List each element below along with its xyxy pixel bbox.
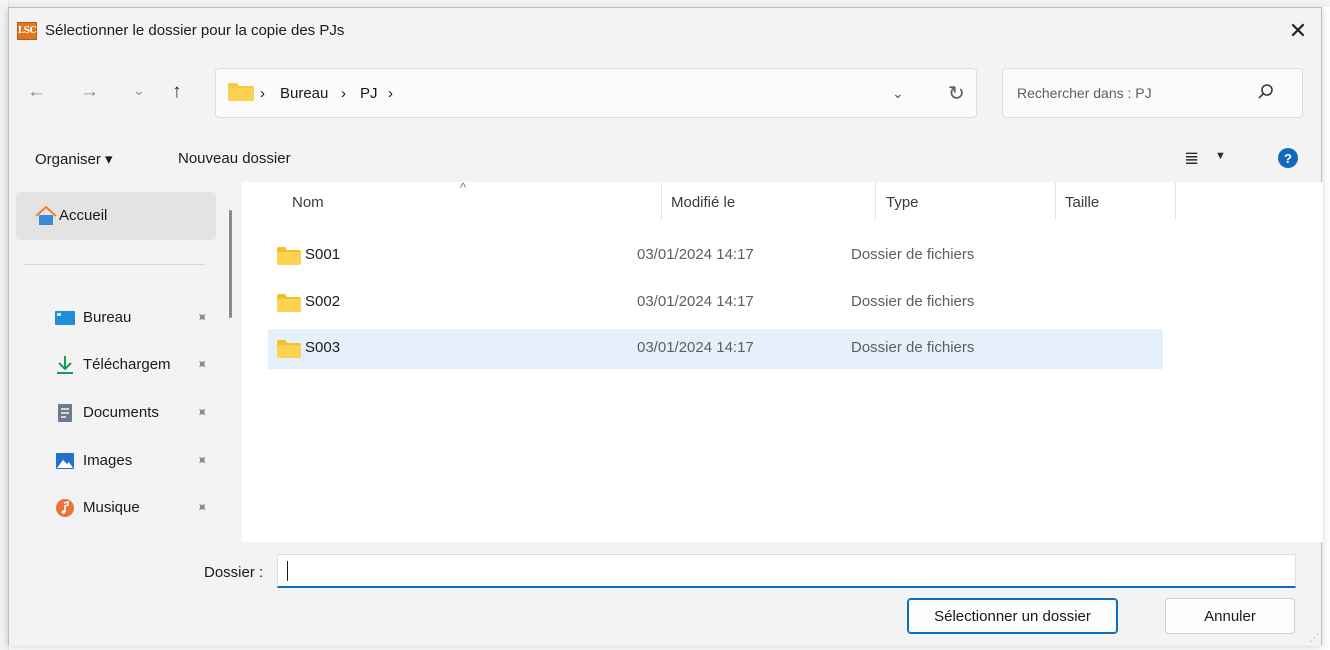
refresh-icon[interactable]: ↻ (948, 81, 965, 106)
table-row-selected[interactable]: S003 03/01/2024 14:17 Dossier de fichier… (268, 329, 1163, 369)
pin-icon: ✦ (192, 402, 213, 422)
close-button[interactable]: ✕ (1275, 8, 1321, 54)
sidebar-item-bureau[interactable]: Bureau ✦ (9, 298, 229, 338)
documents-icon (58, 404, 72, 422)
forward-arrow-icon[interactable]: → (80, 82, 99, 102)
column-divider[interactable] (1055, 182, 1056, 220)
folder-field-label: Dossier : (204, 564, 264, 581)
sidebar-item-label: Documents (83, 404, 159, 421)
select-folder-button[interactable]: Sélectionner un dossier (907, 598, 1118, 634)
help-icon[interactable]: ? (1278, 148, 1298, 168)
home-icon (35, 206, 57, 225)
breadcrumb-item-pj[interactable]: PJ (360, 85, 378, 102)
sidebar-item-label: Accueil (59, 207, 108, 224)
search-box[interactable]: Rechercher dans : PJ (1002, 68, 1303, 118)
text-cursor (287, 561, 288, 581)
file-modified: 03/01/2024 14:17 (637, 339, 754, 356)
pictures-icon (56, 453, 74, 469)
table-row[interactable]: S001 03/01/2024 14:17 Dossier de fichier… (268, 236, 1163, 276)
column-header-type[interactable]: Type (886, 194, 919, 211)
column-header-modifie[interactable]: Modifié le (671, 194, 735, 211)
pin-icon: ✦ (192, 497, 213, 517)
column-header-taille[interactable]: Taille (1065, 194, 1099, 211)
folder-icon (277, 247, 301, 265)
column-divider[interactable] (1175, 182, 1176, 220)
search-icon[interactable] (1257, 83, 1275, 101)
sidebar-item-label: Téléchargem (83, 356, 171, 373)
column-header-nom[interactable]: Nom (292, 194, 324, 211)
table-row[interactable]: S002 03/01/2024 14:17 Dossier de fichier… (268, 283, 1163, 323)
file-type: Dossier de fichiers (851, 246, 975, 263)
sidebar-item-label: Images (83, 452, 133, 469)
resize-grip-icon[interactable]: ⋰ (1309, 633, 1319, 644)
sidebar-scrollbar[interactable] (229, 210, 232, 318)
navigation-bar: ← → ⌄ ↑ › Bureau › PJ › ⌄ ↻ Rechercher d… (9, 54, 1321, 136)
file-modified: 03/01/2024 14:17 (637, 293, 754, 310)
folder-name-input[interactable] (277, 554, 1296, 588)
new-folder-button[interactable]: Nouveau dossier (178, 150, 291, 167)
background-app-strip (0, 0, 1330, 7)
breadcrumb-separator[interactable]: › (388, 85, 393, 102)
folder-icon (228, 83, 254, 101)
view-dropdown-caret-icon[interactable]: ▼ (1215, 150, 1226, 162)
folder-icon (277, 294, 301, 312)
breadcrumb-item-bureau[interactable]: Bureau (280, 85, 328, 102)
back-arrow-icon[interactable]: ← (27, 82, 46, 102)
desktop-icon (55, 311, 75, 325)
file-type: Dossier de fichiers (851, 293, 975, 310)
file-modified: 03/01/2024 14:17 (637, 246, 754, 263)
breadcrumb-separator: › (260, 85, 265, 102)
pin-icon: ✦ (192, 450, 213, 470)
sidebar-item-images[interactable]: Images ✦ (9, 441, 229, 481)
view-options-icon[interactable]: ≣ (1184, 148, 1199, 169)
search-placeholder: Rechercher dans : PJ (1017, 85, 1152, 101)
sidebar-item-musique[interactable]: Musique ✦ (9, 488, 229, 528)
up-arrow-icon[interactable]: ↑ (172, 82, 182, 102)
sidebar-item-documents[interactable]: Documents ✦ (9, 393, 229, 433)
sidebar-item-accueil[interactable]: Accueil (16, 192, 216, 240)
file-name: S001 (305, 246, 341, 263)
pin-icon: ✦ (192, 307, 213, 327)
file-name: S002 (305, 293, 341, 310)
cancel-button[interactable]: Annuler (1165, 598, 1295, 634)
file-name: S003 (305, 339, 341, 356)
recent-locations-chevron-icon[interactable]: ⌄ (133, 80, 145, 100)
command-bar: Organiser ▾ Nouveau dossier ≣ ▼ ? (9, 136, 1321, 182)
file-list-pane: ^ Nom Modifié le Type Taille S001 03/01/… (242, 180, 1323, 542)
address-dropdown-chevron-icon[interactable]: ⌄ (892, 85, 904, 102)
sidebar-divider (23, 264, 205, 265)
sidebar-item-telechargements[interactable]: Téléchargem ✦ (9, 345, 229, 385)
pin-icon: ✦ (192, 354, 213, 374)
title-bar: LSC Sélectionner le dossier pour la copi… (9, 8, 1321, 54)
address-bar[interactable]: › Bureau › PJ › ⌄ ↻ (215, 68, 977, 118)
download-icon (57, 356, 73, 374)
column-divider[interactable] (661, 182, 662, 220)
column-divider[interactable] (875, 182, 876, 220)
file-type: Dossier de fichiers (851, 339, 975, 356)
sidebar-item-label: Bureau (83, 309, 132, 326)
organize-menu-button[interactable]: Organiser ▾ (35, 150, 113, 168)
navigation-pane: Accueil Bureau ✦ Téléchargem ✦ Documents… (9, 182, 242, 542)
sort-ascending-icon: ^ (460, 180, 467, 195)
folder-icon (277, 340, 301, 358)
dialog-footer: Dossier : Sélectionner un dossier Annule… (9, 542, 1321, 646)
breadcrumb-separator: › (341, 85, 346, 102)
sidebar-item-label: Musique (83, 499, 140, 516)
app-logo-icon: LSC (17, 22, 37, 40)
music-icon (56, 499, 74, 517)
folder-picker-dialog: LSC Sélectionner le dossier pour la copi… (8, 7, 1323, 646)
dialog-title: Sélectionner le dossier pour la copie de… (45, 22, 345, 39)
